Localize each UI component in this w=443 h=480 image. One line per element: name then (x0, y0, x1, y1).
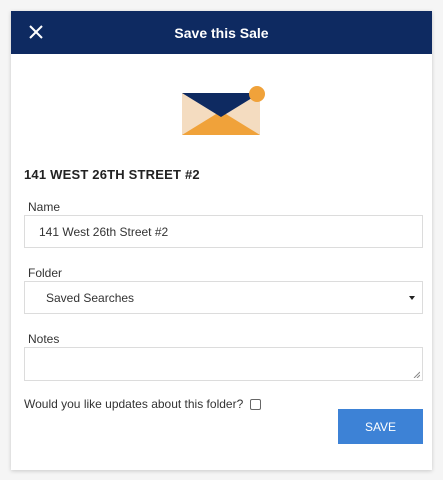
save-sale-modal: Save this Sale 141 WEST 26TH STREET #2 N… (11, 11, 432, 470)
folder-select[interactable]: Saved Searches (24, 281, 423, 314)
listing-address: 141 WEST 26TH STREET #2 (24, 167, 200, 182)
name-field[interactable] (24, 215, 423, 248)
notes-field[interactable] (24, 347, 423, 381)
resize-handle-icon[interactable] (413, 371, 420, 378)
notes-label: Notes (28, 332, 60, 346)
modal-header: Save this Sale (11, 11, 432, 54)
folder-label: Folder (28, 266, 63, 280)
envelope-notification-icon (181, 83, 271, 141)
modal-title: Save this Sale (174, 24, 269, 41)
updates-label: Would you like updates about this folder… (24, 397, 244, 411)
chevron-down-icon (409, 296, 415, 300)
updates-checkbox[interactable] (250, 398, 262, 410)
name-label: Name (28, 200, 61, 214)
close-icon[interactable] (26, 22, 46, 42)
save-button[interactable]: SAVE (338, 409, 423, 444)
updates-row: Would you like updates about this folder… (24, 397, 262, 411)
folder-selected-value: Saved Searches (46, 290, 135, 305)
